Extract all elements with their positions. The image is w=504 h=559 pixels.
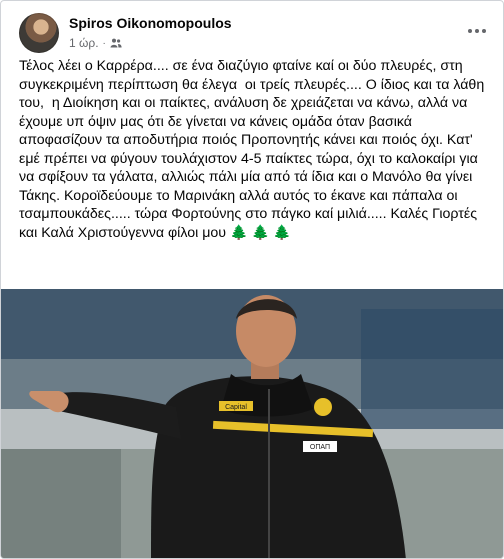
- post-text: Τέλος λέει ο Καρρέρα.... σε ένα διαζύγιο…: [19, 58, 489, 241]
- facebook-post-card: Spiros Oikonomopoulos 1 ώρ. · Τέλος λέει…: [0, 0, 504, 559]
- post-time[interactable]: 1 ώρ.: [69, 36, 99, 50]
- friends-icon[interactable]: [110, 38, 122, 48]
- post-meta: 1 ώρ. ·: [69, 36, 122, 50]
- author-name[interactable]: Spiros Oikonomopoulos: [69, 15, 232, 31]
- jacket-badge-right: ΟΠΑΠ: [310, 444, 330, 451]
- author-avatar[interactable]: [19, 13, 59, 53]
- more-options-icon[interactable]: [463, 19, 491, 43]
- post-header: Spiros Oikonomopoulos 1 ώρ. ·: [1, 1, 503, 57]
- post-photo[interactable]: Capital ΟΠΑΠ: [1, 289, 503, 558]
- jacket-badge-left: Capital: [225, 404, 247, 411]
- meta-separator: ·: [102, 37, 106, 49]
